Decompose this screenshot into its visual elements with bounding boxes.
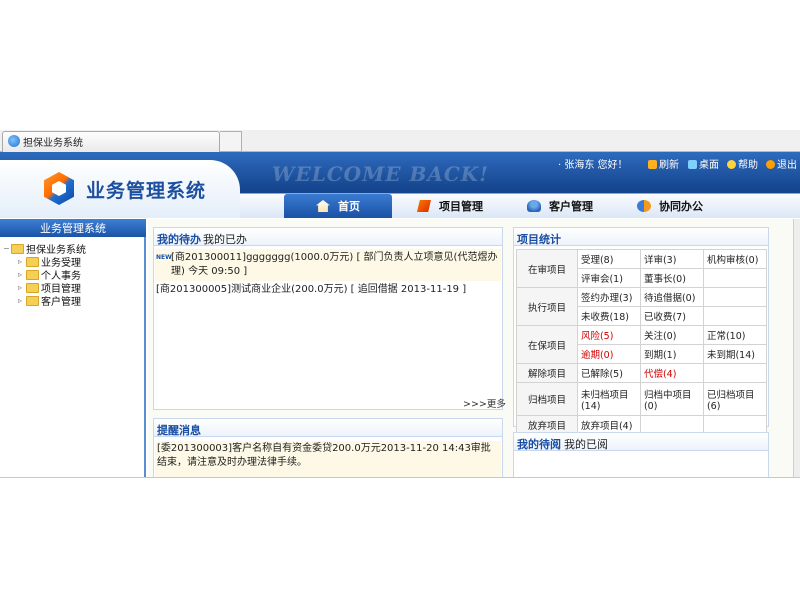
stat-cell[interactable]: 董事长(0) [639,268,704,288]
tree-expander-icon: ▹ [18,296,23,305]
stat-cell-empty [702,268,768,288]
refresh-icon [648,160,657,169]
stat-cell[interactable]: 已收费(7) [639,306,704,326]
stat-cell-risk[interactable]: 风险(5) [576,325,641,345]
tab-my-read[interactable]: 我的已阅 [564,436,608,452]
app-title: 业务管理系统 [86,180,207,202]
stat-cell[interactable]: 已解除(5) [576,363,641,383]
stat-cell[interactable]: 未到期(14) [702,344,768,364]
row-label-release: 解除项目 [516,363,578,383]
stat-cell-overdue[interactable]: 逾期(0) [576,344,641,364]
tab-home[interactable]: 首页 [284,194,392,218]
help-icon [727,160,736,169]
reminder-message[interactable]: [委201300003]客户名称自有资金委贷200.0万元2013-11-20 … [155,441,501,477]
stat-cell[interactable]: 机构审核(0) [702,249,768,269]
stat-cell[interactable]: 受理(8) [576,249,641,269]
stat-cell[interactable]: 未归档项目(14) [576,382,641,416]
tab-collaboration[interactable]: 协同办公 [620,194,720,218]
stats-table: 在审项目 受理(8) 详审(3) 机构审核(0) 评审会(1) 董事长(0) 执… [516,249,768,435]
stat-cell-empty [702,287,768,307]
collaboration-icon [637,200,651,212]
stat-cell-compensation[interactable]: 代偿(4) [639,363,704,383]
stat-cell-empty [702,306,768,326]
tree-expander-icon: ▹ [18,283,23,292]
stat-cell[interactable]: 归档中项目(0) [639,382,704,416]
stat-cell[interactable]: 待追借据(0) [639,287,704,307]
stat-cell[interactable]: 未收费(18) [576,306,641,326]
stat-cell[interactable]: 到期(1) [639,344,704,364]
tree-expander-icon: ▹ [18,257,23,266]
row-label-guarantee: 在保项目 [516,325,578,364]
reminder-titlebar [154,419,502,437]
stats-title: 项目统计 [517,233,561,246]
exit-link[interactable]: 退出 [766,156,797,171]
tab-my-todo[interactable]: 我的待办 [157,231,201,247]
tree-expander-icon: − [3,244,10,253]
help-link[interactable]: 帮助 [727,156,758,171]
more-link[interactable]: >>>更多 [463,396,506,410]
reminder-title: 提醒消息 [157,424,201,437]
user-greeting: · 张海东 您好！ [558,160,628,171]
tab-project-management[interactable]: 项目管理 [400,194,500,218]
home-icon [316,200,330,212]
new-badge-icon: NEW [156,254,172,261]
stat-cell[interactable]: 评审会(1) [576,268,641,288]
todo-item[interactable]: [商201300005]测试商业企业(200.0万元) [ 追回借据 2013-… [156,283,500,297]
folder-open-icon [11,243,24,254]
stat-cell[interactable]: 正常(10) [702,325,768,345]
tree-item-customer-management[interactable]: ▹ 客户管理 [18,293,81,308]
folder-icon [26,269,39,280]
ie-icon [8,135,20,147]
tab-customer-management[interactable]: 客户管理 [510,194,610,218]
tab-my-to-read[interactable]: 我的待阅 [517,436,561,452]
refresh-link[interactable]: 刷新 [648,156,679,171]
tree-expander-icon: ▹ [18,270,23,279]
desktop-link[interactable]: 桌面 [688,156,719,171]
todo-item[interactable]: [商201300011]ggggggg(1000.0万元) [ 部门负责人立项意… [171,251,499,279]
welcome-banner: WELCOME BACK! [272,162,489,186]
customer-icon [527,200,541,212]
row-label-archive: 归档项目 [516,382,578,416]
stat-cell-empty [702,363,768,383]
exit-icon [766,160,775,169]
stat-cell[interactable]: 已归档项目(6) [702,382,768,416]
stat-cell[interactable]: 签约办理(3) [576,287,641,307]
folder-icon [26,282,39,293]
project-icon [417,200,431,212]
folder-icon [26,295,39,306]
folder-icon [26,256,39,267]
window-bottom-edge [0,477,800,478]
sidebar-title: 业务管理系统 [0,219,146,237]
vertical-scrollbar[interactable] [793,219,800,478]
row-label-exec: 执行项目 [516,287,578,326]
new-tab-button[interactable] [220,131,242,152]
desktop-icon [688,160,697,169]
tab-my-done[interactable]: 我的已办 [203,231,247,247]
row-label-review: 在审项目 [516,249,578,288]
stat-cell[interactable]: 关注(0) [639,325,704,345]
stat-cell[interactable]: 详审(3) [639,249,704,269]
browser-tab-title: 担保业务系统 [23,138,83,149]
